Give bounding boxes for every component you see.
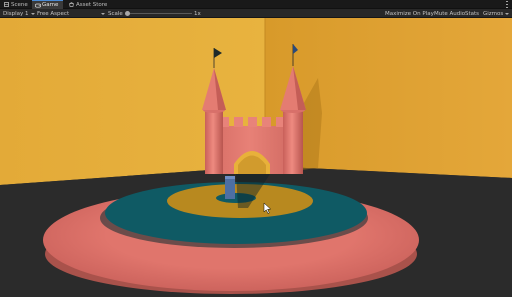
gizmos-label: Gizmos	[483, 10, 504, 17]
tab-asset-store-label: Asset Store	[76, 1, 108, 8]
display-dropdown[interactable]: Display 1	[3, 9, 35, 18]
window-tab-bar: Scene Game Asset Store	[0, 0, 512, 9]
maximize-on-play-toggle[interactable]: Maximize On Play	[385, 9, 434, 18]
tab-scene-label: Scene	[11, 1, 28, 8]
chevron-down-icon	[101, 12, 105, 15]
game-viewport[interactable]	[0, 18, 512, 297]
game-icon	[34, 3, 42, 8]
game-view-toolbar: Display 1 Free Aspect Scale 1x Maximize …	[0, 9, 512, 18]
chevron-down-icon	[505, 12, 510, 15]
scale-value: 1x	[194, 10, 201, 17]
scene-icon	[4, 2, 9, 7]
mute-audio-toggle[interactable]: Mute Audio	[434, 9, 465, 18]
scale-label: Scale	[108, 10, 123, 17]
tab-scene[interactable]: Scene	[1, 0, 31, 9]
aspect-label: Free Aspect	[37, 10, 70, 17]
more-options-icon[interactable]	[505, 1, 509, 8]
asset-store-icon	[69, 2, 74, 7]
scale-slider-handle[interactable]	[125, 11, 130, 16]
aspect-dropdown[interactable]: Free Aspect	[37, 9, 105, 18]
blue-pillar	[225, 176, 235, 199]
rendered-scene	[0, 18, 512, 297]
stats-toggle[interactable]: Stats	[465, 9, 479, 18]
tab-game-label: Game	[42, 2, 59, 8]
gizmos-dropdown[interactable]: Gizmos	[483, 9, 510, 18]
display-label: Display 1	[3, 10, 29, 17]
chevron-down-icon	[30, 12, 35, 15]
tab-game[interactable]: Game	[32, 0, 63, 9]
scale-slider-track[interactable]	[127, 13, 192, 15]
tab-asset-store[interactable]: Asset Store	[66, 0, 110, 9]
